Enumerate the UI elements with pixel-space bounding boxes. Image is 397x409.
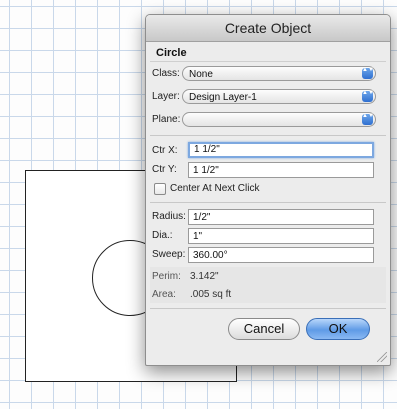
ctrx-field[interactable]: 1 1/2" [188,142,374,158]
ok-button[interactable]: OK [306,318,370,340]
dialog-title: Create Object [146,15,390,42]
ctrx-label: Ctr X: [152,145,178,156]
perimeter-row: Perim: 3.142" [150,268,386,286]
radius-label: Radius: [152,211,186,222]
layer-popup-value: Design Layer-1 [189,92,257,103]
divider [150,308,386,309]
radius-row: Radius: 1/2" [150,208,386,226]
ctry-field[interactable]: 1 1/2" [188,162,374,178]
ctry-row: Ctr Y: 1 1/2" [150,161,386,179]
ctrx-row: Ctr X: 1 1/2" [150,142,386,160]
diameter-field[interactable]: 1" [188,228,374,244]
perimeter-label: Perim: [152,271,181,282]
layer-row: Layer: Design Layer-1 ▲▼ [150,88,386,106]
class-popup-value: None [189,69,213,80]
divider [150,202,386,203]
cancel-button[interactable]: Cancel [228,318,300,340]
perimeter-value: 3.142" [190,271,219,282]
center-next-click-label[interactable]: Center At Next Click [170,183,259,194]
class-row: Class: None ▲▼ [150,65,386,83]
create-object-dialog: Create Object Circle Class: None ▲▼ Laye… [145,14,391,366]
object-type-heading: Circle [150,42,386,62]
area-value: .005 sq ft [190,289,232,300]
diameter-label: Dia.: [152,230,173,241]
popup-arrows-icon: ▲▼ [362,113,374,125]
radius-field[interactable]: 1/2" [188,209,374,225]
center-next-click-checkbox[interactable] [154,183,166,195]
plane-row: Plane: ▲▼ [150,111,386,129]
area-label: Area: [152,289,176,300]
center-next-click-row[interactable]: Center At Next Click [150,180,386,198]
class-popup[interactable]: None ▲▼ [182,66,376,81]
sweep-row: Sweep: 360.00° [150,246,386,264]
plane-popup[interactable]: ▲▼ [182,112,376,127]
divider [150,135,386,136]
layer-popup[interactable]: Design Layer-1 ▲▼ [182,89,376,104]
sweep-label: Sweep: [152,249,186,260]
area-row: Area: .005 sq ft [150,286,386,304]
resize-grip-icon[interactable] [377,352,387,362]
diameter-row: Dia.: 1" [150,227,386,245]
class-label: Class: [152,68,180,79]
ctry-label: Ctr Y: [152,164,177,175]
sweep-field[interactable]: 360.00° [188,247,374,263]
layer-label: Layer: [152,91,180,102]
popup-arrows-icon: ▲▼ [362,67,374,79]
plane-label: Plane: [152,114,181,125]
popup-arrows-icon: ▲▼ [362,90,374,102]
